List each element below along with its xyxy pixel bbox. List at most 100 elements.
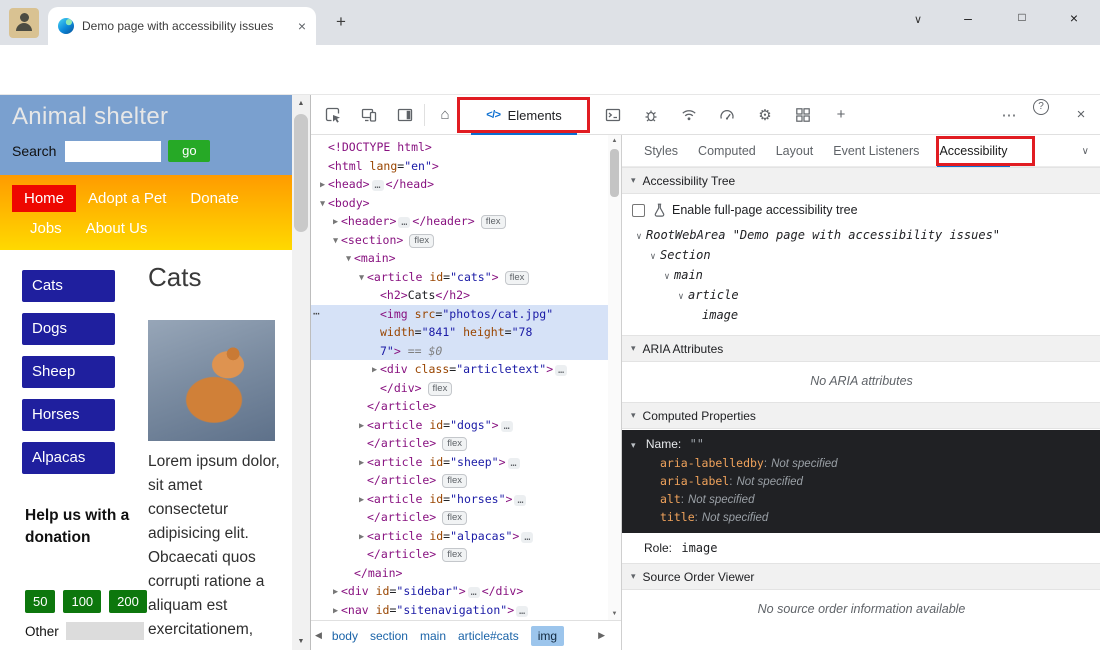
category-button-sheep[interactable]: Sheep — [22, 356, 115, 388]
dom-tree-line[interactable]: <!DOCTYPE html> — [311, 138, 621, 157]
search-go-button[interactable]: go — [168, 140, 210, 162]
issues-panel-icon[interactable] — [639, 103, 663, 127]
dom-tree-line[interactable]: ▶<article id="alpacas">… — [311, 527, 621, 546]
sidebar-tab-layout[interactable]: Layout — [766, 135, 824, 167]
dom-tree-line[interactable]: </article>flex — [311, 434, 621, 453]
section-accessibility-tree[interactable]: ▾ Accessibility Tree — [622, 167, 1100, 194]
dom-tree-line[interactable]: ▶<div class="articletext">… — [311, 360, 621, 379]
dom-tree-line[interactable]: </article>flex — [311, 508, 621, 527]
category-button-dogs[interactable]: Dogs — [22, 313, 115, 345]
devtools-help-icon[interactable]: ? — [1033, 99, 1049, 115]
sidebar-tab-accessibility[interactable]: Accessibility — [929, 135, 1017, 167]
dom-tree-line[interactable]: <html lang="en"> — [311, 157, 621, 176]
ax-node-main[interactable]: ∨main — [622, 265, 1100, 285]
crumb-main[interactable]: main — [420, 629, 446, 643]
minimize-button[interactable]: – — [952, 10, 984, 26]
nav-link-home[interactable]: Home — [12, 185, 76, 212]
dom-tree-line[interactable]: </article>flex — [311, 545, 621, 564]
scroll-down-icon[interactable]: ▼ — [292, 633, 310, 650]
category-button-cats[interactable]: Cats — [22, 270, 115, 302]
crumb-article#cats[interactable]: article#cats — [458, 629, 519, 643]
dom-tree-line[interactable]: ▶<div id="sidebar">…</div> — [311, 582, 621, 601]
computed-name-block[interactable]: ▾ Name: "" aria-labelledby:Not specified… — [622, 430, 1100, 533]
welcome-home-icon[interactable]: ⌂ — [433, 103, 457, 127]
category-button-alpacas[interactable]: Alpacas — [22, 442, 115, 474]
nav-link-about-us[interactable]: About Us — [86, 220, 148, 237]
tree-scroll-up-icon[interactable]: ▲ — [608, 135, 621, 147]
dom-tree[interactable]: <!DOCTYPE html><html lang="en">▶<head>…<… — [311, 135, 621, 620]
dom-tree-line[interactable]: ▶<article id="horses">… — [311, 490, 621, 509]
scroll-up-icon[interactable]: ▲ — [292, 95, 310, 112]
ax-node-article[interactable]: ∨article — [622, 285, 1100, 305]
ax-node-rootwebarea[interactable]: ∨RootWebArea "Demo page with accessibili… — [622, 225, 1100, 245]
dom-tree-line[interactable]: ▼<section>flex — [311, 231, 621, 250]
ax-node-section[interactable]: ∨Section — [622, 245, 1100, 265]
donate-200-button[interactable]: 200 — [109, 590, 147, 613]
dom-tree-line[interactable]: width="841" height="78 — [311, 323, 621, 342]
dock-side-icon[interactable] — [393, 103, 417, 127]
maximize-button[interactable]: □ — [1006, 10, 1038, 24]
crumbs-scroll-right-icon[interactable]: ▶ — [598, 630, 605, 641]
tab-close-icon[interactable]: × — [298, 19, 306, 33]
other-amount-input[interactable] — [66, 622, 144, 640]
sidebar-tab-styles[interactable]: Styles — [634, 135, 688, 167]
tree-scroll-down-icon[interactable]: ▼ — [608, 608, 621, 620]
dom-tree-line[interactable]: </main> — [311, 564, 621, 583]
dom-tree-line[interactable]: ▼<main> — [311, 249, 621, 268]
browser-tab[interactable]: Demo page with accessibility issues × — [48, 7, 316, 45]
dom-tree-scrollbar[interactable]: ▲ ▼ — [608, 135, 621, 620]
console-panel-icon[interactable] — [601, 103, 625, 127]
nav-link-adopt-a-pet[interactable]: Adopt a Pet — [88, 190, 166, 207]
scroll-thumb[interactable] — [294, 114, 308, 232]
section-aria-attributes[interactable]: ▾ ARIA Attributes — [622, 335, 1100, 362]
tab-elements[interactable]: </> Elements — [461, 95, 587, 135]
sidebar-tab-computed[interactable]: Computed — [688, 135, 766, 167]
dom-tree-line[interactable]: <h2>Cats</h2> — [311, 286, 621, 305]
device-emulation-icon[interactable] — [357, 103, 381, 127]
dom-tree-line[interactable]: </article> — [311, 397, 621, 416]
tab-actions-chevron-icon[interactable]: ∨ — [902, 13, 934, 26]
sidebar-tab-event-listeners[interactable]: Event Listeners — [823, 135, 929, 167]
ax-node-image[interactable]: image — [622, 305, 1100, 325]
section-computed-properties[interactable]: ▾ Computed Properties — [622, 402, 1100, 429]
crumb-body[interactable]: body — [332, 629, 358, 643]
donate-50-button[interactable]: 50 — [25, 590, 55, 613]
computed-name-row[interactable]: ▾ Name: "" — [622, 435, 1100, 454]
dom-tree-line[interactable]: ▶<article id="dogs">… — [311, 416, 621, 435]
crumb-img[interactable]: img — [531, 626, 564, 646]
network-panel-icon[interactable] — [677, 103, 701, 127]
enable-full-tree-checkbox[interactable] — [632, 204, 645, 217]
dom-tree-line[interactable]: ▶<nav id="sitenavigation">… — [311, 601, 621, 620]
dom-tree-line[interactable]: </article>flex — [311, 471, 621, 490]
settings-gear-icon[interactable]: ⚙ — [753, 103, 777, 127]
dom-tree-line[interactable]: ▶<article id="sheep">… — [311, 453, 621, 472]
sidebar-tabs-chevron-icon[interactable]: ∨ — [1082, 146, 1089, 157]
nav-link-donate[interactable]: Donate — [190, 190, 238, 207]
new-tab-button[interactable]: + — [330, 12, 352, 32]
dom-tree-line[interactable]: </div>flex — [311, 379, 621, 398]
crumb-section[interactable]: section — [370, 629, 408, 643]
application-panel-icon[interactable] — [791, 103, 815, 127]
performance-panel-icon[interactable] — [715, 103, 739, 127]
devtools-more-icon[interactable]: ⋯ — [997, 103, 1021, 127]
donate-100-button[interactable]: 100 — [63, 590, 101, 613]
add-panel-icon[interactable]: + — [829, 103, 853, 127]
close-window-button[interactable]: × — [1058, 10, 1090, 26]
crumbs-scroll-left-icon[interactable]: ◀ — [315, 630, 322, 641]
page-scrollbar[interactable]: ▲ ▼ — [292, 95, 310, 650]
section-source-order-viewer[interactable]: ▾ Source Order Viewer — [622, 563, 1100, 590]
dom-tree-line[interactable]: ▼<body> — [311, 194, 621, 213]
page-search-input[interactable] — [65, 141, 161, 162]
dom-tree-line[interactable]: 7"> == $0 — [311, 342, 621, 361]
dom-tree-line[interactable]: ⋯<img src="photos/cat.jpg" — [311, 305, 621, 324]
nav-link-jobs[interactable]: Jobs — [30, 220, 62, 237]
category-button-horses[interactable]: Horses — [22, 399, 115, 431]
devtools-close-icon[interactable]: × — [1069, 103, 1093, 127]
dom-tree-line[interactable]: ▶<head>…</head> — [311, 175, 621, 194]
node-menu-dots-icon[interactable]: ⋯ — [313, 305, 320, 324]
profile-button[interactable] — [9, 8, 39, 38]
dom-tree-line[interactable]: ▼<article id="cats">flex — [311, 268, 621, 287]
inspect-element-icon[interactable] — [321, 103, 345, 127]
dom-tree-line[interactable]: ▶<header>…</header>flex — [311, 212, 621, 231]
tree-scroll-thumb[interactable] — [610, 149, 619, 197]
